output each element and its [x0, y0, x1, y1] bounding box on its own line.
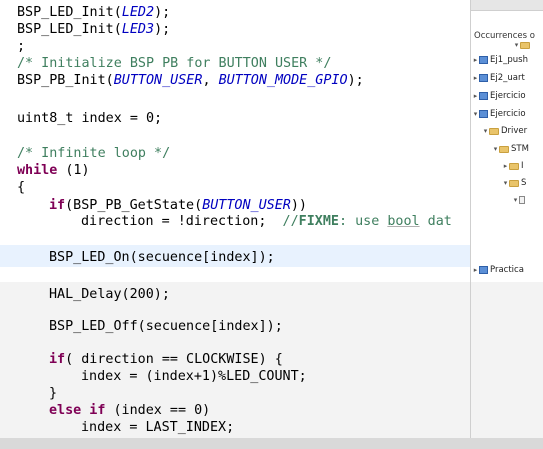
chevron-right-icon[interactable]: ▸: [502, 162, 509, 170]
chevron-right-icon[interactable]: ▸: [472, 92, 479, 100]
panel-lower-area: [470, 282, 543, 438]
chevron-down-icon[interactable]: ▾: [492, 145, 499, 153]
project-icon: [479, 56, 488, 64]
code-editor[interactable]: BSP_LED_Init(LED2); BSP_LED_Init(LED3); …: [0, 0, 470, 449]
chevron-down-icon[interactable]: ▾: [512, 196, 519, 204]
code-comment-infinite-loop: /* Infinite loop */: [17, 146, 171, 161]
file-icon: [519, 196, 525, 204]
project-icon: [479, 92, 488, 100]
code-line-close-brace: }: [49, 386, 58, 401]
status-bar: [0, 438, 543, 449]
chevron-down-icon[interactable]: ▾: [502, 179, 509, 187]
code-line-if-direction: if( direction == CLOCKWISE) {: [49, 352, 283, 367]
folder-icon: [509, 162, 519, 170]
code-line-3: ;: [17, 39, 26, 54]
tree-item-ejercicio-1[interactable]: ▸ Ejercicio: [472, 89, 526, 103]
folder-icon: [489, 127, 499, 135]
chevron-right-icon[interactable]: ▸: [472, 266, 479, 274]
code-line-last-index: index = LAST_INDEX;: [81, 420, 235, 435]
chevron-down-icon[interactable]: ▾: [472, 110, 479, 118]
code-line-led-on: BSP_LED_On(secuence[index]);: [49, 250, 275, 265]
code-line-2: BSP_LED_Init(LED3);: [17, 22, 171, 37]
project-explorer-panel: Occurrences o ▾ ▸ Ej1_push ▸ Ej2_uart ▸ Eje…: [470, 0, 543, 282]
code-line-index-decl: uint8_t index = 0;: [17, 111, 163, 126]
code-line-index-increment: index = (index+1)%LED_COUNT;: [81, 369, 307, 384]
code-line-pb-init: BSP_PB_Init(BUTTON_USER, BUTTON_MODE_GPI…: [17, 73, 364, 88]
folder-icon: [520, 41, 530, 49]
code-comment-init-bsp: /* Initialize BSP PB for BUTTON USER */: [17, 56, 332, 71]
folder-icon: [509, 179, 519, 187]
tree-item-src[interactable]: ▾ S: [502, 176, 527, 190]
chevron-down-icon[interactable]: ▾: [482, 127, 489, 135]
tree-item-ej1-push[interactable]: ▸ Ej1_push: [472, 53, 528, 67]
tree-item-driver[interactable]: ▾ Driver: [482, 124, 527, 138]
project-icon: [479, 266, 488, 274]
tree-item-inc[interactable]: ▸ I: [502, 159, 524, 173]
chevron-right-icon[interactable]: ▸: [472, 74, 479, 82]
panel-header: [471, 0, 543, 11]
project-icon: [479, 110, 488, 118]
folder-icon: [499, 145, 509, 153]
tree-item-ej2-uart[interactable]: ▸ Ej2_uart: [472, 71, 525, 85]
code-line-if-button: if(BSP_PB_GetState(BUTTON_USER)): [49, 198, 307, 213]
tree-item-ejercicio-2[interactable]: ▾ Ejercicio: [472, 107, 526, 121]
tree-item-partial[interactable]: ▾: [513, 38, 532, 52]
code-line-direction-toggle: direction = !direction; //FIXME: use boo…: [81, 214, 452, 229]
tree-item-practica[interactable]: ▸ Practica: [472, 263, 524, 277]
code-line-hal-delay: HAL_Delay(200);: [49, 287, 170, 302]
code-line-else-if: else if (index == 0): [49, 403, 211, 418]
code-line-led-off: BSP_LED_Off(secuence[index]);: [49, 319, 283, 334]
code-line-open-brace: {: [17, 180, 26, 195]
tree-item-file[interactable]: ▾: [512, 193, 527, 207]
tree-item-stm[interactable]: ▾ STM: [492, 142, 529, 156]
code-line-1: BSP_LED_Init(LED2);: [17, 5, 171, 20]
chevron-down-icon[interactable]: ▾: [513, 41, 520, 49]
project-icon: [479, 74, 488, 82]
chevron-right-icon[interactable]: ▸: [472, 56, 479, 64]
code-line-while: while (1): [17, 163, 90, 178]
